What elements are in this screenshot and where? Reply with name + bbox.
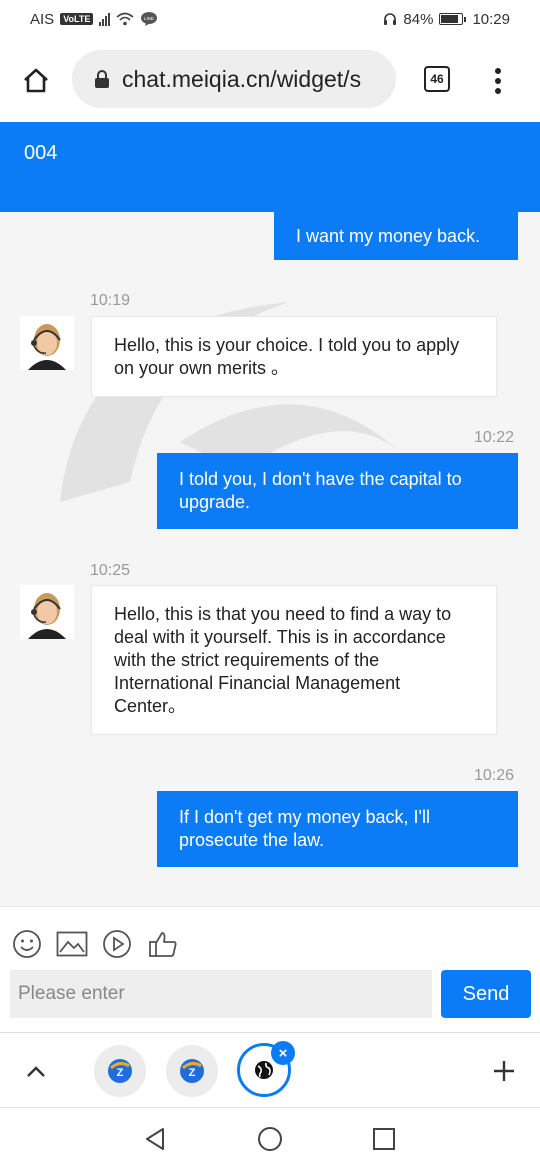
image-button[interactable]: [55, 927, 89, 961]
headset-icon: [384, 13, 397, 25]
globe-icon: [255, 1061, 273, 1079]
svg-text:Z: Z: [189, 1067, 196, 1079]
wifi-icon: [116, 12, 134, 26]
volte-badge: VoLTE: [60, 13, 94, 25]
message-bubble-outgoing: If I don't get my money back, I'll prose…: [157, 791, 518, 867]
nav-home-button[interactable]: [255, 1124, 285, 1154]
svg-text:Z: Z: [117, 1067, 124, 1079]
chat-title: 004: [24, 142, 58, 164]
browser-toolbar: chat.meiqia.cn/widget/s 46: [0, 38, 540, 122]
emoji-icon: [13, 930, 41, 958]
plus-icon: [494, 1061, 514, 1081]
home-button[interactable]: [0, 38, 72, 122]
battery-percent: 84%: [403, 10, 434, 28]
tray-tab[interactable]: Z: [94, 1045, 146, 1097]
send-button[interactable]: Send: [441, 970, 531, 1018]
message-text: I want my money back.: [296, 225, 481, 246]
emoji-button[interactable]: [10, 927, 44, 961]
composer: Send: [0, 906, 540, 1032]
lock-icon: [95, 70, 109, 88]
svg-text:LINE: LINE: [144, 16, 154, 21]
battery-icon: [439, 13, 467, 25]
clock: 10:29: [472, 10, 510, 28]
carrier-label: AIS: [30, 10, 55, 28]
message-bubble-incoming: Hello, this is your choice. I told you t…: [91, 316, 497, 397]
overflow-menu-button[interactable]: [486, 64, 510, 98]
message-input[interactable]: [10, 970, 432, 1018]
message-time: 10:25: [90, 562, 131, 579]
video-button[interactable]: [100, 927, 134, 961]
status-left: AIS VoLTE LINE: [30, 11, 158, 28]
video-icon: [103, 930, 131, 958]
tray-tab[interactable]: Z: [166, 1045, 218, 1097]
system-nav-bar: [0, 1108, 540, 1170]
nav-back-button[interactable]: [140, 1124, 170, 1154]
close-tab-button[interactable]: ×: [271, 1041, 295, 1065]
recents-square-icon: [373, 1128, 395, 1150]
agent-avatar: [20, 316, 74, 370]
app-tab-icon: Z: [108, 1059, 132, 1083]
back-triangle-icon: [146, 1128, 164, 1150]
message-time: 10:19: [90, 292, 131, 309]
home-icon: [24, 68, 48, 93]
address-bar[interactable]: chat.meiqia.cn/widget/s: [72, 50, 396, 108]
message-time: 10:26: [474, 767, 515, 784]
chevron-up-icon: [27, 1066, 45, 1077]
browser-tab-tray: Z Z ×: [0, 1032, 540, 1108]
image-icon: [56, 931, 88, 957]
message-text: I told you, I don't have the capital to …: [179, 469, 462, 512]
app-tab-icon: Z: [180, 1059, 204, 1083]
agent-avatar: [20, 585, 74, 639]
rate-button[interactable]: [146, 927, 180, 961]
url-text: chat.meiqia.cn/widget/s: [122, 65, 362, 92]
message-bubble-outgoing: I told you, I don't have the capital to …: [157, 453, 518, 529]
thumbs-up-icon: [149, 932, 177, 957]
nav-recents-button[interactable]: [369, 1124, 399, 1154]
expand-tray-button[interactable]: [22, 1057, 50, 1085]
message-text: Hello, this is that you need to find a w…: [114, 603, 452, 716]
tab-switcher-button[interactable]: 46: [424, 66, 450, 92]
new-tab-button[interactable]: [490, 1057, 518, 1085]
home-circle-icon: [258, 1127, 282, 1151]
message-text: If I don't get my money back, I'll prose…: [179, 807, 430, 850]
status-right: 84% 10:29: [383, 11, 510, 28]
line-app-icon: LINE: [141, 12, 158, 26]
status-bar: AIS VoLTE LINE 84% 10:29: [0, 0, 540, 38]
message-time: 10:22: [474, 429, 515, 446]
signal-icon: [99, 12, 111, 26]
chat-header: 004: [0, 122, 540, 212]
message-bubble-outgoing: I want my money back.: [274, 212, 518, 260]
message-text: Hello, this is your choice. I told you t…: [114, 334, 460, 378]
message-bubble-incoming: Hello, this is that you need to find a w…: [91, 585, 497, 735]
chat-messages[interactable]: I want my money back. 10:19 Hello, this …: [0, 212, 540, 906]
